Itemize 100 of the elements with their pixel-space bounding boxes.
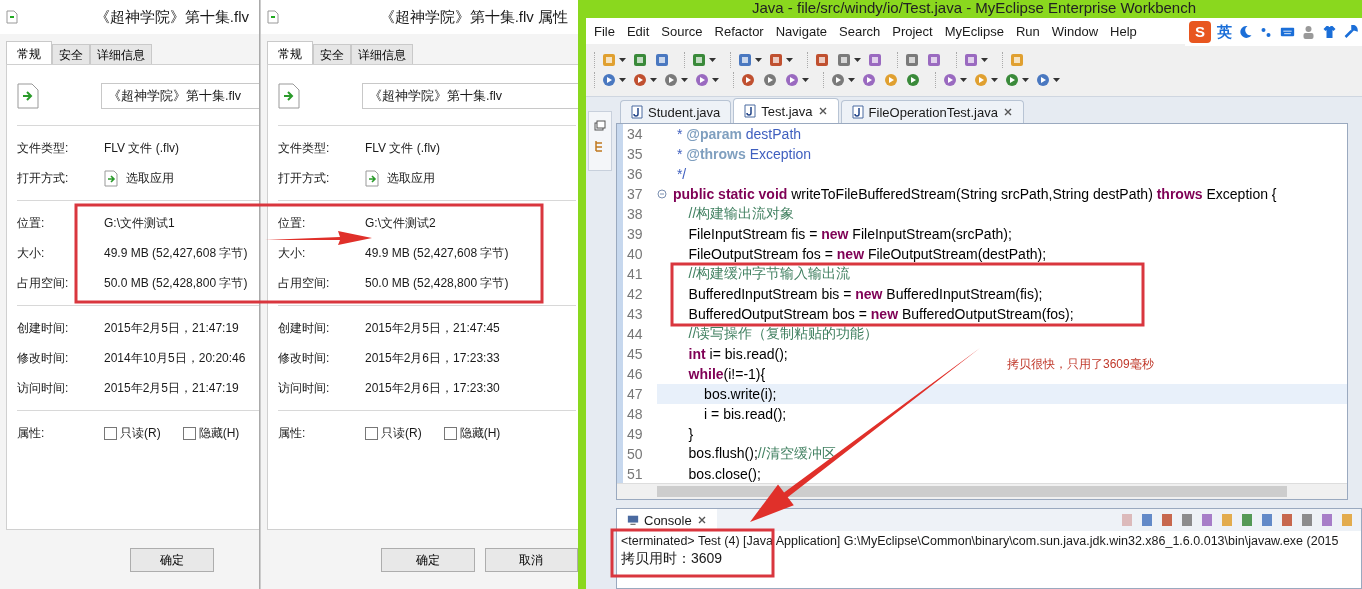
toolbar-icon[interactable]: [1239, 512, 1255, 528]
toolbar-icon[interactable]: [926, 52, 942, 68]
caret-icon[interactable]: [650, 78, 657, 82]
checkbox[interactable]: [365, 426, 378, 440]
tab[interactable]: 详细信息: [90, 44, 152, 66]
toolbar-icon[interactable]: [904, 52, 920, 68]
toolbar-icon[interactable]: [1139, 512, 1155, 528]
field-label: 属性:: [17, 424, 46, 442]
console-line: 拷贝用时：3609: [621, 549, 724, 567]
menu-item[interactable]: Project: [888, 23, 941, 39]
toolbar-icon[interactable]: [883, 72, 899, 88]
field-label: 访问时间:: [278, 379, 331, 397]
toolbar-icon[interactable]: [737, 52, 753, 68]
checkbox[interactable]: [443, 426, 457, 440]
toolbar-icon[interactable]: [663, 72, 679, 88]
file-icon: [267, 10, 279, 24]
tab[interactable]: 安全: [313, 44, 351, 66]
caret-icon[interactable]: [991, 78, 998, 82]
toolbar-icon[interactable]: [1004, 72, 1020, 88]
toolbar-icon[interactable]: [768, 52, 784, 68]
caret-icon[interactable]: [755, 58, 762, 62]
menu-item[interactable]: Window: [1047, 23, 1107, 39]
caret-icon[interactable]: [981, 58, 988, 62]
field-label: 位置:: [278, 214, 307, 232]
tab[interactable]: 详细信息: [351, 44, 413, 66]
dialog-button[interactable]: 确定: [381, 548, 475, 572]
toolbar-icon[interactable]: [632, 52, 648, 68]
toolbar-icon[interactable]: [1159, 512, 1175, 528]
menu-item[interactable]: Run: [1011, 23, 1048, 39]
code-line: */: [675, 166, 687, 182]
file-name-field[interactable]: 《超神学院》第十集.flv: [362, 83, 578, 109]
horizontal-scrollbar[interactable]: [617, 483, 1347, 499]
caret-icon[interactable]: [712, 78, 719, 82]
menu-item[interactable]: Edit: [622, 23, 658, 39]
file-name-field[interactable]: 《超神学院》第十集.flv: [101, 83, 259, 109]
caret-icon[interactable]: [709, 58, 716, 62]
toolbar-icon[interactable]: [1319, 512, 1335, 528]
toolbar-icon[interactable]: [691, 52, 707, 68]
toolbar-icon[interactable]: [1179, 512, 1195, 528]
caret-icon[interactable]: [1022, 78, 1029, 82]
checkbox[interactable]: [182, 426, 196, 440]
toolbar-icon[interactable]: [762, 72, 778, 88]
tab[interactable]: 安全: [52, 44, 90, 66]
menu-item[interactable]: Search: [835, 23, 889, 39]
caret-icon[interactable]: [848, 78, 855, 82]
menu-item[interactable]: Source: [657, 23, 711, 39]
menu-item[interactable]: Help: [1106, 23, 1145, 39]
input-mode-button[interactable]: 英: [1217, 22, 1232, 42]
toolbar-icon[interactable]: [784, 72, 800, 88]
toolbar-icon[interactable]: [867, 52, 883, 68]
caret-icon[interactable]: [1053, 78, 1060, 82]
toolbar-icon[interactable]: [654, 52, 670, 68]
dialog-button[interactable]: 取消: [484, 548, 578, 572]
editor-tab[interactable]: Student.java: [620, 100, 732, 123]
toolbar-icon[interactable]: [694, 72, 710, 88]
toolbar-icon[interactable]: [942, 72, 958, 88]
caret-icon[interactable]: [802, 78, 809, 82]
menu-item[interactable]: Navigate: [771, 23, 835, 39]
caret-icon[interactable]: [960, 78, 967, 82]
toolbar-icon[interactable]: [1279, 512, 1295, 528]
menu-item[interactable]: MyEclipse: [940, 23, 1012, 39]
checkbox[interactable]: [104, 426, 117, 440]
caret-icon[interactable]: [619, 78, 626, 82]
console-tab[interactable]: Console: [617, 509, 717, 531]
toolbar-icon[interactable]: [740, 72, 756, 88]
toolbar-icon[interactable]: [836, 52, 852, 68]
toolbar-icon[interactable]: [905, 72, 921, 88]
tab[interactable]: 常规: [267, 41, 313, 66]
toolbar-icon[interactable]: [1259, 512, 1275, 528]
toolbar-icon[interactable]: [1199, 512, 1215, 528]
field-label: 大小:: [17, 244, 46, 262]
close-icon[interactable]: [817, 106, 828, 116]
field-value: FLV 文件 (.flv): [104, 139, 180, 157]
annotation-note: 拷贝很快，只用了3609毫秒: [1007, 356, 1154, 373]
close-icon[interactable]: [696, 515, 707, 525]
menu-item[interactable]: File: [590, 23, 623, 39]
toolbar-icon[interactable]: [1299, 512, 1315, 528]
toolbar-icon[interactable]: [963, 52, 979, 68]
fold-icon[interactable]: [657, 189, 667, 199]
console-line: <terminated> Test (4) [Java Application] G:\MyEclipse\Common\binary\com.sun.java.jdk.win32.x86_1.6.0.013\bin\javaw.exe (2015: [621, 533, 1340, 549]
close-icon[interactable]: [1002, 107, 1013, 117]
caret-icon[interactable]: [854, 58, 861, 62]
menu-item[interactable]: Refactor: [710, 23, 772, 39]
restore-icon[interactable]: [594, 120, 606, 132]
file-icon: [104, 169, 118, 187]
caret-icon[interactable]: [681, 78, 688, 82]
toolbar-icon[interactable]: [601, 72, 617, 88]
toolbar-icon[interactable]: [814, 52, 830, 68]
toolbar-icon[interactable]: [861, 72, 877, 88]
editor-tab[interactable]: FileOperationTest.java: [840, 100, 1024, 123]
window-title: Java - file/src/windy/io/Test.java - MyEclipse Enterprise Workbench: [751, 0, 1196, 16]
toolbar-icon[interactable]: [1035, 72, 1051, 88]
toolbar-icon[interactable]: [632, 72, 648, 88]
caret-icon[interactable]: [619, 58, 626, 62]
toolbar-icon[interactable]: [830, 72, 846, 88]
caret-icon[interactable]: [786, 58, 793, 62]
editor-tab[interactable]: Test.java: [733, 98, 839, 123]
tab[interactable]: 常规: [6, 41, 52, 66]
field-label: 打开方式:: [17, 169, 70, 187]
dialog-button[interactable]: 确定: [130, 548, 214, 572]
